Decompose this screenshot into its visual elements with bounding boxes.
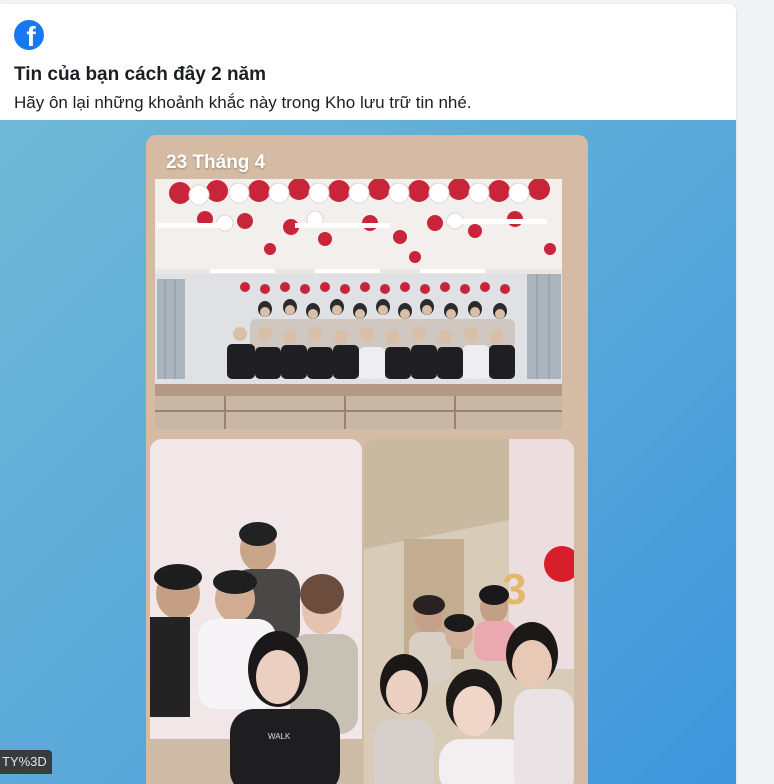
memory-card: f Tin của bạn cách đây 2 năm Hãy ôn lại …	[0, 4, 736, 784]
story-preview[interactable]: 23 Tháng 4 WALK 3	[146, 135, 588, 784]
facebook-logo-icon[interactable]: f	[14, 20, 44, 50]
story-media-area: 23 Tháng 4 WALK 3	[0, 120, 736, 784]
memory-subtitle: Hãy ôn lại những khoảnh khắc này trong K…	[14, 93, 472, 112]
group-photo-classroom	[155, 179, 562, 429]
status-url-fragment: TY%3D	[0, 750, 52, 774]
story-date: 23 Tháng 4	[166, 152, 266, 173]
selfie-photo-left: WALK	[150, 439, 362, 784]
svg-text:WALK: WALK	[268, 732, 291, 741]
selfie-photo-right: 3	[364, 439, 574, 784]
memory-title: Tin của bạn cách đây 2 năm	[14, 64, 267, 85]
